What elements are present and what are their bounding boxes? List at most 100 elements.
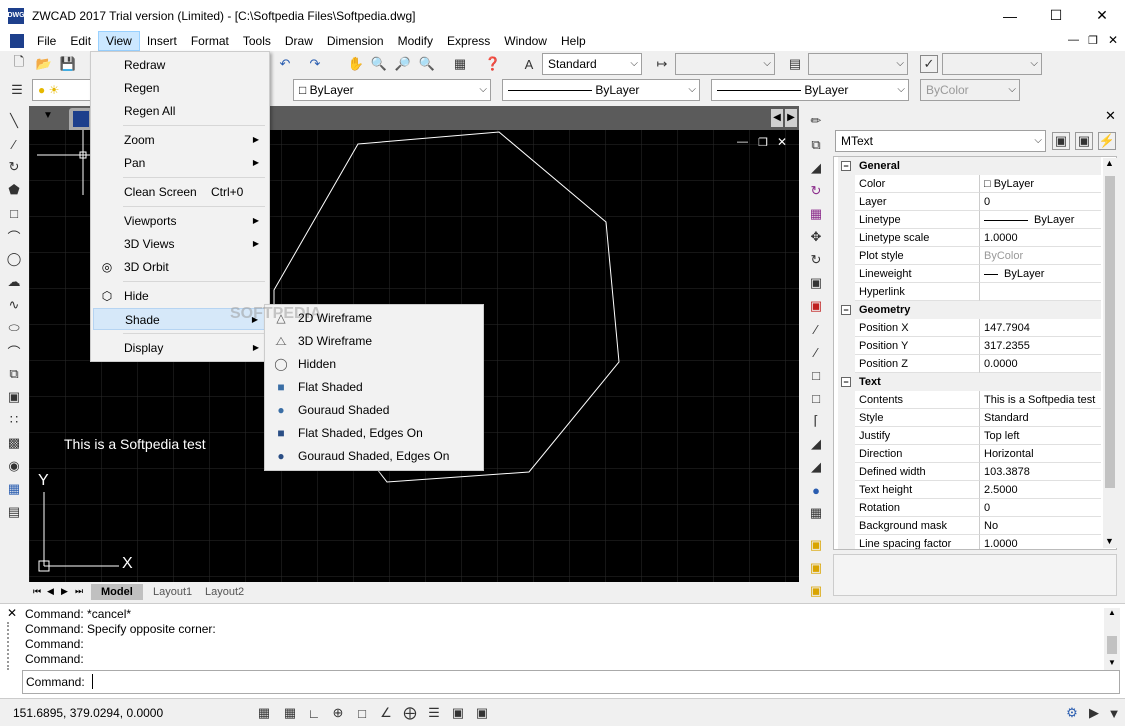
property-value[interactable]: 0 bbox=[979, 193, 1101, 211]
property-value[interactable]: 0 bbox=[979, 499, 1101, 517]
layer-state-select[interactable]: ● ☀ bbox=[32, 79, 92, 101]
document-icon[interactable] bbox=[10, 34, 24, 48]
menu-item-regen[interactable]: Regen bbox=[93, 77, 267, 99]
cloud-icon[interactable]: ☁ bbox=[5, 273, 23, 291]
text-style-icon[interactable]: A bbox=[520, 55, 538, 73]
quick-properties-icon[interactable]: ▣ bbox=[473, 704, 491, 722]
select-objects-icon[interactable]: ▣ bbox=[1075, 132, 1093, 150]
object-type-select[interactable]: MText ⌵ bbox=[835, 130, 1046, 152]
property-row[interactable]: Position Y 317.2355 bbox=[838, 337, 1101, 355]
explode-icon[interactable]: ◢ bbox=[807, 458, 825, 476]
rotate-icon[interactable]: ↻ bbox=[807, 251, 825, 269]
viewport-minimize-icon[interactable]: — bbox=[737, 136, 748, 148]
property-value[interactable]: ByLayer bbox=[979, 211, 1101, 229]
property-row[interactable]: Rotation 0 bbox=[838, 499, 1101, 517]
properties-match-icon[interactable]: ● bbox=[807, 481, 825, 499]
property-category[interactable]: − Geometry bbox=[838, 301, 1101, 319]
trim-icon[interactable]: ∕ bbox=[807, 320, 825, 338]
menu-item-redraw[interactable]: Redraw bbox=[93, 54, 267, 76]
polyline-icon[interactable]: ↻ bbox=[5, 158, 23, 176]
erase-icon[interactable]: ✏ bbox=[807, 112, 825, 130]
command-scrollbar[interactable]: ▲ ▼ bbox=[1104, 608, 1120, 670]
next-tab-icon[interactable]: ▶ bbox=[61, 586, 68, 597]
property-value[interactable]: 147.7904 bbox=[979, 319, 1101, 337]
viewport-restore-icon[interactable]: ❐ bbox=[758, 136, 768, 149]
menu-dimension[interactable]: Dimension bbox=[320, 31, 391, 51]
help-icon[interactable]: ❓ bbox=[484, 55, 502, 73]
menu-view[interactable]: View bbox=[98, 31, 140, 51]
property-row[interactable]: Position X 147.7904 bbox=[838, 319, 1101, 337]
table-style-select[interactable]: ⌵ bbox=[808, 53, 908, 75]
shade-option-hidden[interactable]: ◯ Hidden bbox=[267, 353, 481, 375]
property-row[interactable]: Lineweight ByLayer bbox=[838, 265, 1101, 283]
doc-minimize-icon[interactable]: — bbox=[1068, 34, 1079, 46]
dimension-style-icon[interactable]: ↦ bbox=[653, 55, 671, 73]
menu-edit[interactable]: Edit bbox=[63, 31, 98, 51]
property-value[interactable]: Top left bbox=[979, 427, 1101, 445]
property-value[interactable]: 317.2355 bbox=[979, 337, 1101, 355]
property-row[interactable]: Style Standard bbox=[838, 409, 1101, 427]
menu-help[interactable]: Help bbox=[554, 31, 593, 51]
scroll-down-icon[interactable]: ▼ bbox=[1108, 658, 1116, 667]
menu-file[interactable]: File bbox=[30, 31, 63, 51]
viewport-close-icon[interactable]: ✕ bbox=[777, 135, 787, 149]
shade-option-flat-shaded-edges-on[interactable]: ■ Flat Shaded, Edges On bbox=[267, 422, 481, 444]
ellipse-icon[interactable]: ⬭ bbox=[5, 319, 23, 337]
property-row[interactable]: Direction Horizontal bbox=[838, 445, 1101, 463]
ortho-icon[interactable]: ∟ bbox=[305, 704, 323, 722]
make-block-icon[interactable]: ▣ bbox=[5, 388, 23, 406]
plot-style-select[interactable]: ByColor ⌵ bbox=[920, 79, 1020, 101]
menu-item-clean-screen[interactable]: Clean Screen Ctrl+0 bbox=[93, 181, 267, 203]
property-row[interactable]: Defined width 103.3878 bbox=[838, 463, 1101, 481]
menu-item-pan[interactable]: Pan ▶ bbox=[93, 152, 267, 174]
property-row[interactable]: Plot style ByColor bbox=[838, 247, 1101, 265]
shade-option-3d-wireframe[interactable]: ⧍ 3D Wireframe bbox=[267, 330, 481, 352]
property-value[interactable]: 1.0000 bbox=[979, 535, 1101, 549]
property-value[interactable]: Horizontal bbox=[979, 445, 1101, 463]
property-row[interactable]: Background mask No bbox=[838, 517, 1101, 535]
command-window-close-icon[interactable]: ✕ bbox=[7, 606, 17, 620]
property-row[interactable]: Hyperlink bbox=[838, 283, 1101, 301]
tab-scroll-right[interactable]: ▶ bbox=[785, 109, 797, 127]
offset-icon[interactable]: ↻ bbox=[807, 182, 825, 200]
color-select[interactable]: □ ByLayer ⌵ bbox=[293, 79, 491, 101]
open-icon[interactable]: 📂 bbox=[35, 55, 53, 73]
rectangle-icon[interactable]: □ bbox=[5, 204, 23, 222]
zoom-previous-icon[interactable]: 🔍 bbox=[418, 55, 436, 73]
layer-manager-icon[interactable]: ☰ bbox=[8, 81, 26, 99]
text-style-select[interactable]: Standard ⌵ bbox=[542, 53, 642, 75]
property-value[interactable]: ByLayer bbox=[979, 265, 1101, 283]
tab-model[interactable]: Model bbox=[91, 584, 143, 600]
draw-order-above-icon[interactable]: ▣ bbox=[807, 582, 825, 600]
settings-gear-icon[interactable]: ⚙ bbox=[1063, 704, 1081, 722]
stretch-icon[interactable]: ▣ bbox=[807, 297, 825, 315]
menu-item-regen-all[interactable]: Regen All bbox=[93, 100, 267, 122]
arc-icon[interactable]: ⌒ bbox=[5, 227, 23, 245]
property-value[interactable] bbox=[979, 283, 1101, 301]
menu-item-3d-orbit[interactable]: ◎ 3D Orbit bbox=[93, 256, 267, 278]
property-row[interactable]: Layer 0 bbox=[838, 193, 1101, 211]
property-row[interactable]: Position Z 0.0000 bbox=[838, 355, 1101, 373]
ellipse-arc-icon[interactable]: ⌒ bbox=[5, 342, 23, 360]
table-icon[interactable]: ▦ bbox=[5, 480, 23, 498]
scale-icon[interactable]: ▣ bbox=[807, 274, 825, 292]
shade-option-2d-wireframe[interactable]: △ 2D Wireframe bbox=[267, 307, 481, 329]
polar-icon[interactable]: ⊕ bbox=[329, 704, 347, 722]
property-category[interactable]: − General bbox=[838, 157, 1101, 175]
zoom-realtime-icon[interactable]: 🔍 bbox=[370, 55, 388, 73]
scroll-down-icon[interactable]: ▼ bbox=[1105, 536, 1114, 546]
first-tab-icon[interactable]: ⏮ bbox=[33, 586, 41, 597]
property-value[interactable]: 2.5000 bbox=[979, 481, 1101, 499]
calculator-icon[interactable]: ▦ bbox=[451, 55, 469, 73]
polygon-icon[interactable]: ⬟ bbox=[5, 181, 23, 199]
status-menu-icon[interactable]: ▼ bbox=[1105, 704, 1123, 722]
hatch-icon[interactable]: ▩ bbox=[5, 434, 23, 452]
draw-order-front-icon[interactable]: ▣ bbox=[807, 536, 825, 554]
lineweight-select[interactable]: ByLayer ⌵ bbox=[711, 79, 909, 101]
toggle-pickadd-icon[interactable]: ▣ bbox=[1052, 132, 1070, 150]
scroll-up-icon[interactable]: ▲ bbox=[1105, 158, 1114, 168]
snap-icon[interactable]: ▦ bbox=[255, 704, 273, 722]
menu-insert[interactable]: Insert bbox=[140, 31, 184, 51]
break-icon[interactable]: □ bbox=[807, 366, 825, 384]
menu-modify[interactable]: Modify bbox=[391, 31, 440, 51]
